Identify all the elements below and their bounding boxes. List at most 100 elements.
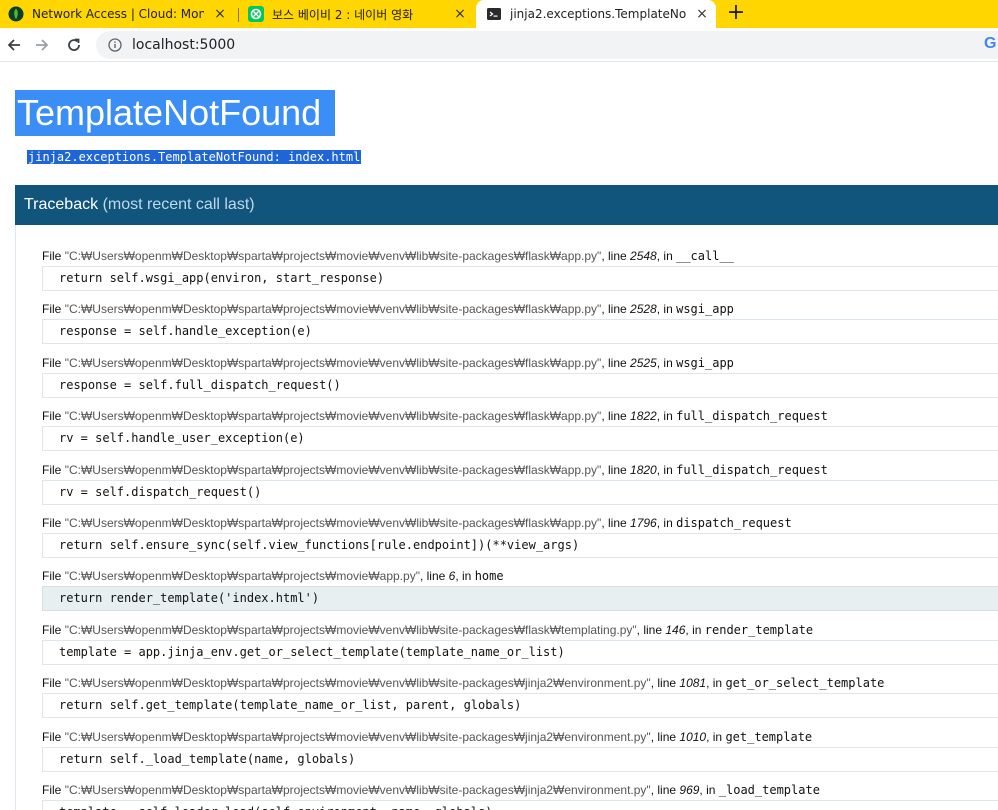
close-icon[interactable]: × (212, 6, 228, 22)
frame-source-line[interactable]: return render_template('index.html') (42, 586, 998, 612)
file-label: File (42, 462, 62, 477)
frame-function: wsgi_app (676, 355, 734, 370)
file-label: File (42, 355, 62, 370)
new-tab-button[interactable]: + (724, 2, 748, 26)
traceback-frame: File "C:₩Users₩openm₩Desktop₩sparta₩proj… (16, 782, 998, 810)
traceback-frame: File "C:₩Users₩openm₩Desktop₩sparta₩proj… (16, 462, 998, 510)
tab-strip: Network Access | Cloud: MongoDB × 보스 베이비… (0, 0, 998, 28)
frame-source-line[interactable]: return self.wsgi_app(environ, start_resp… (42, 266, 998, 291)
back-button[interactable] (0, 31, 28, 59)
line-label: line (643, 622, 663, 637)
frame-line-number: 1081 (679, 676, 707, 691)
file-label: File (42, 249, 62, 263)
frame-filename: "C:₩Users₩openm₩Desktop₩sparta₩projects₩… (64, 569, 420, 584)
frame-filename: "C:₩Users₩openm₩Desktop₩sparta₩projects₩… (64, 783, 651, 797)
line-label: line (608, 409, 627, 424)
frame-location: File "C:₩Users₩openm₩Desktop₩sparta₩proj… (42, 409, 828, 424)
reload-icon (68, 38, 80, 51)
frame-source-line[interactable]: return self.get_template(template_name_o… (42, 693, 998, 719)
in-label: in (712, 676, 723, 691)
frame-filename: "C:₩Users₩openm₩Desktop₩sparta₩projects₩… (64, 355, 602, 370)
traceback-frame: File "C:₩Users₩openm₩Desktop₩sparta₩proj… (16, 568, 998, 616)
in-label: in (706, 783, 716, 797)
traceback-frame: File "C:₩Users₩openm₩Desktop₩sparta₩proj… (16, 301, 998, 349)
frame-filename: "C:₩Users₩openm₩Desktop₩sparta₩projects₩… (64, 249, 602, 263)
browser-toolbar: localhost:5000 (0, 28, 998, 62)
frame-function: home (474, 569, 504, 584)
traceback-frame: File "C:₩Users₩openm₩Desktop₩sparta₩proj… (16, 622, 998, 670)
file-label: File (42, 676, 62, 691)
tab-template-not-found[interactable]: jinja2.exceptions.TemplateNotFound × (476, 0, 716, 28)
frame-location: File "C:₩Users₩openm₩Desktop₩sparta₩proj… (42, 622, 814, 637)
frame-location: File "C:₩Users₩openm₩Desktop₩sparta₩proj… (42, 729, 813, 744)
frame-function: render_template (704, 622, 814, 637)
forward-button[interactable] (28, 31, 56, 59)
frame-source-line[interactable]: response = self.handle_exception(e) (42, 319, 998, 345)
frame-line-number: 2548 (630, 249, 657, 263)
address-bar[interactable]: localhost:5000 (96, 31, 998, 59)
in-label: in (663, 409, 673, 424)
info-icon[interactable] (108, 38, 122, 52)
frame-filename: "C:₩Users₩openm₩Desktop₩sparta₩projects₩… (64, 622, 637, 637)
reload-button[interactable] (60, 31, 88, 59)
tab-naver-movie[interactable]: 보스 베이비 2 : 네이버 영화 × (248, 0, 468, 28)
frame-function: dispatch_request (676, 516, 792, 530)
google-icon[interactable]: G (984, 35, 996, 53)
tab-mongodb[interactable]: Network Access | Cloud: MongoDB × (8, 0, 228, 28)
frame-function: wsgi_app (676, 302, 734, 317)
close-icon[interactable]: × (694, 6, 710, 22)
frame-function: full_dispatch_request (676, 462, 828, 477)
frame-source-line[interactable]: return self._load_template(name, globals… (42, 746, 998, 772)
line-label: line (608, 462, 627, 477)
debugger-page: TemplateNotFound jinja2.exceptions.Templ… (0, 63, 998, 810)
in-label: in (663, 249, 673, 263)
line-label: line (608, 302, 627, 317)
frame-location: File "C:₩Users₩openm₩Desktop₩sparta₩proj… (42, 783, 820, 797)
frame-line-number: 1796 (630, 516, 657, 530)
frame-source-line[interactable]: rv = self.handle_user_exception(e) (42, 426, 998, 452)
frame-source-line[interactable]: return self.ensure_sync(self.view_functi… (42, 533, 998, 558)
error-title: TemplateNotFound (15, 90, 336, 136)
file-label: File (42, 783, 62, 797)
in-label: in (712, 729, 723, 744)
frame-line-number: 146 (665, 622, 686, 637)
in-label: in (692, 622, 702, 637)
in-label: in (663, 462, 673, 477)
frame-line-number: 1010 (679, 729, 707, 744)
in-label: in (462, 569, 472, 584)
file-label: File (42, 302, 62, 317)
error-message: jinja2.exceptions.TemplateNotFound: inde… (27, 150, 362, 164)
frame-line-number: 1820 (630, 462, 657, 477)
frame-function: __call__ (676, 249, 734, 263)
frame-function: get_template (725, 729, 813, 744)
tab-title: 보스 베이비 2 : 네이버 영화 (272, 7, 414, 22)
frame-location: File "C:₩Users₩openm₩Desktop₩sparta₩proj… (42, 516, 792, 530)
line-label: line (426, 569, 446, 584)
line-label: line (608, 516, 627, 530)
frame-source-line[interactable]: template = self.loader.load(self.environ… (42, 800, 998, 810)
arrow-left-icon (7, 39, 20, 51)
frame-line-number: 969 (679, 783, 700, 797)
traceback-heading: Traceback (24, 196, 99, 213)
frame-location: File "C:₩Users₩openm₩Desktop₩sparta₩proj… (42, 569, 504, 584)
frame-source-line[interactable]: response = self.full_dispatch_request() (42, 372, 998, 398)
file-label: File (42, 409, 62, 424)
frame-filename: "C:₩Users₩openm₩Desktop₩sparta₩projects₩… (64, 516, 602, 530)
frame-function: _load_template (718, 783, 820, 797)
tab-divider (238, 8, 239, 22)
close-icon[interactable]: × (452, 6, 468, 22)
line-label: line (657, 783, 677, 797)
frame-location: File "C:₩Users₩openm₩Desktop₩sparta₩proj… (42, 249, 734, 263)
frame-source-line[interactable]: template = app.jinja_env.get_or_select_t… (42, 639, 998, 665)
frame-source-line[interactable]: rv = self.dispatch_request() (42, 479, 998, 505)
frame-filename: "C:₩Users₩openm₩Desktop₩sparta₩projects₩… (64, 462, 602, 477)
mongodb-leaf-icon (8, 6, 24, 22)
traceback-subheading: (most recent call last) (102, 196, 255, 213)
line-label: line (657, 676, 677, 691)
traceback-frame: File "C:₩Users₩openm₩Desktop₩sparta₩proj… (16, 675, 998, 723)
traceback-frame: File "C:₩Users₩openm₩Desktop₩sparta₩proj… (16, 729, 998, 777)
frame-location: File "C:₩Users₩openm₩Desktop₩sparta₩proj… (42, 462, 828, 477)
tab-title: jinja2.exceptions.TemplateNotFound (510, 7, 686, 21)
line-label: line (608, 249, 627, 263)
frame-line-number: 2525 (630, 355, 657, 370)
